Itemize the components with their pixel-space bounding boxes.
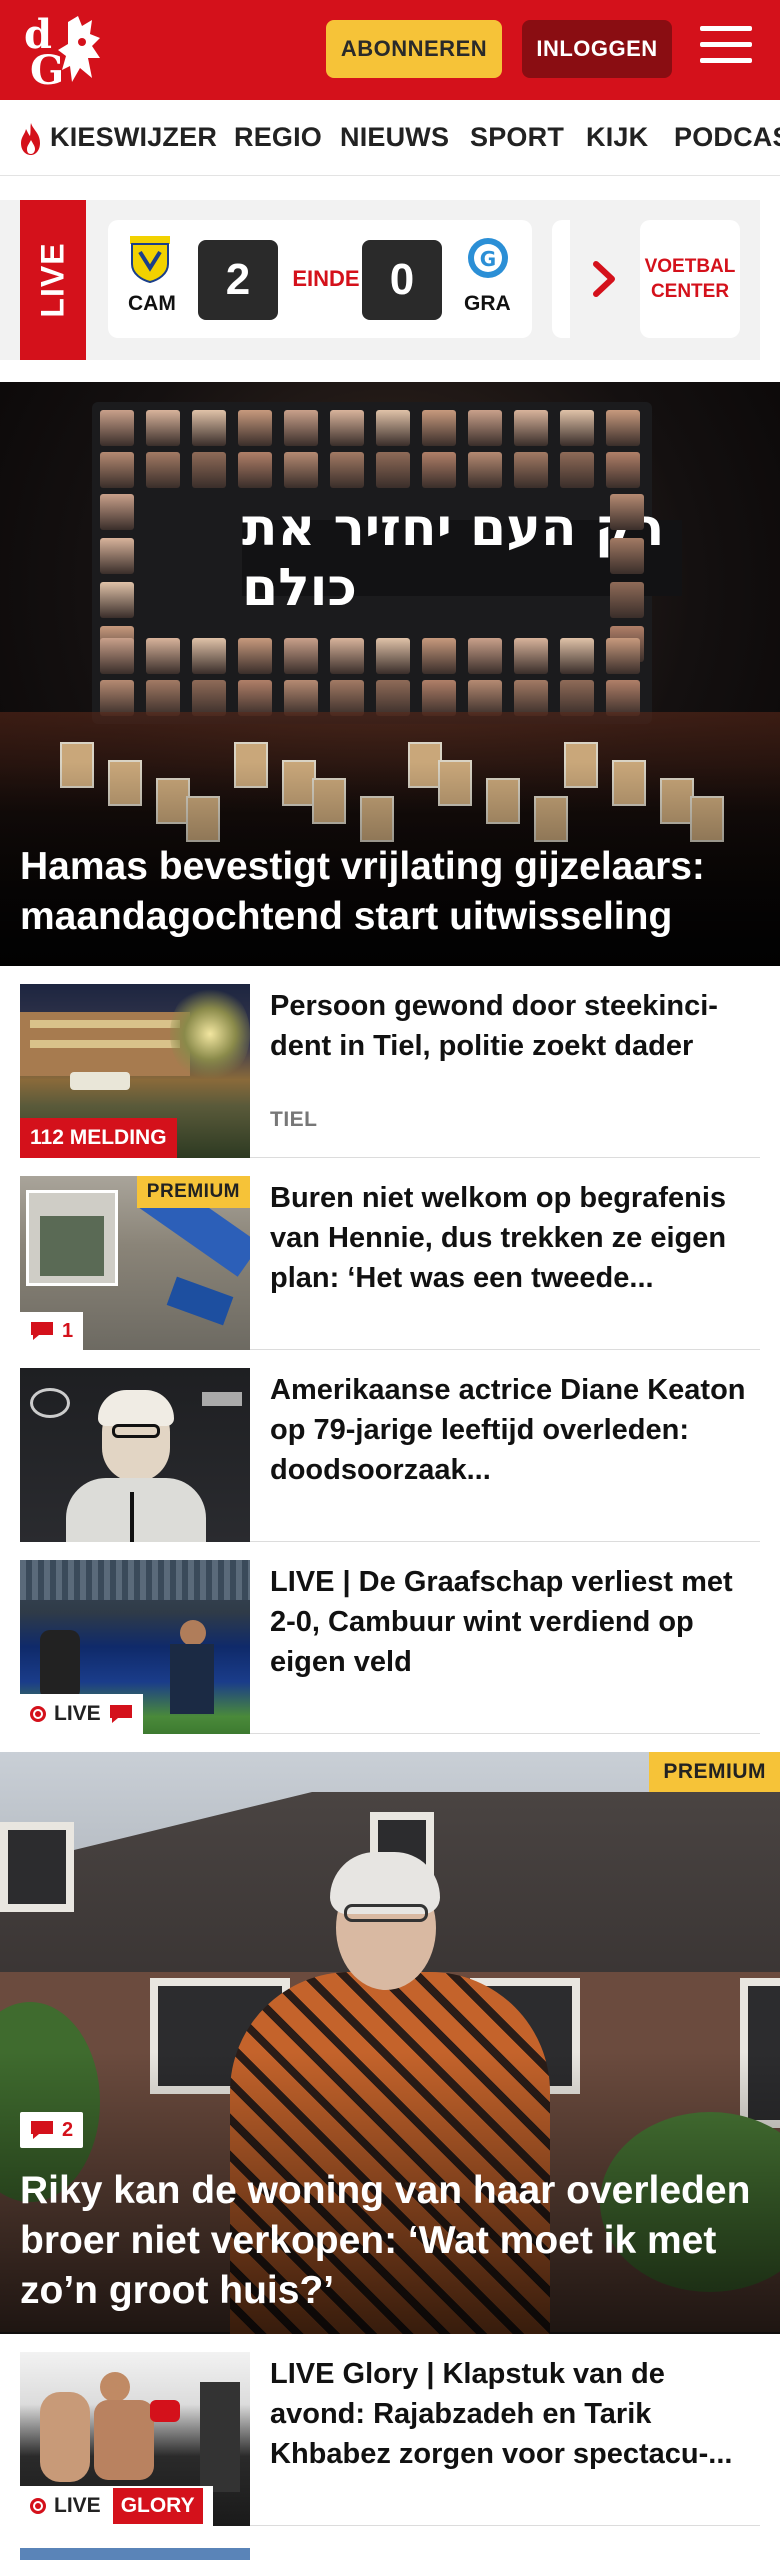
comment-count: 1 xyxy=(20,1312,84,1350)
dg-logo-icon: d G xyxy=(24,11,100,94)
nav-item-regio[interactable]: REGIO xyxy=(234,122,322,153)
article-thumbnail-partial xyxy=(20,2548,250,2560)
logo[interactable]: d G xyxy=(20,11,120,94)
nav-item-sport[interactable]: SPORT xyxy=(470,122,564,153)
article-thumbnail xyxy=(20,1368,250,1542)
next-match-card[interactable] xyxy=(552,220,570,338)
article-title: Amerikaanse actrice Diane Keaton op 79-j… xyxy=(270,1374,746,1486)
glory-badge: GLORY xyxy=(112,2488,203,2524)
live-badge-label: LIVE xyxy=(54,2494,101,2517)
article-thumbnail: LIVE xyxy=(20,1560,250,1734)
live-badge: LIVE GLORY xyxy=(20,2486,213,2526)
chevron-right-icon[interactable] xyxy=(592,260,618,298)
voetbal-center-link[interactable]: VOETBAL CENTER xyxy=(640,220,740,338)
article-thumbnail: LIVE GLORY xyxy=(20,2352,250,2526)
login-button[interactable]: INLOGGEN xyxy=(522,20,672,78)
svg-text:G: G xyxy=(30,47,64,88)
menu-icon[interactable] xyxy=(700,26,752,70)
feature-title: Riky kan de woning van haar overleden br… xyxy=(20,2169,751,2312)
article-row[interactable]: LIVE LIVE | De Graafschap verliest met 2… xyxy=(20,1542,760,1734)
feature-article[interactable]: PREMIUM 2 Riky kan de woning van haar ov… xyxy=(0,1752,780,2334)
away-team-name: GRA xyxy=(464,292,511,315)
cambuur-logo-icon xyxy=(130,236,170,284)
nav-item-kieswijzer[interactable]: KIESWIJZER xyxy=(50,122,217,153)
article-row[interactable]: PREMIUM 1 Buren niet welkom op begrafeni… xyxy=(20,1158,760,1350)
live-badge-label: LIVE xyxy=(54,1702,101,1725)
live-dot-icon xyxy=(30,1706,46,1722)
subscribe-button[interactable]: ABONNEREN xyxy=(326,20,502,78)
svg-text:G: G xyxy=(480,247,496,271)
hero-title: Hamas bevestigt vrijlating gijzelaars: m… xyxy=(20,845,705,938)
comment-count-value: 1 xyxy=(62,1319,74,1342)
comment-icon xyxy=(31,2121,53,2139)
home-score: 2 xyxy=(198,240,278,320)
article-region-tag: TIEL xyxy=(270,1108,318,1131)
premium-badge: PREMIUM xyxy=(649,1752,780,1792)
premium-badge: PREMIUM xyxy=(136,1176,250,1208)
comment-icon xyxy=(109,1705,132,1723)
flame-icon xyxy=(21,123,40,155)
match-status: EINDE xyxy=(292,266,360,291)
article-title: LIVE | De Graafschap verliest met 2-0, C… xyxy=(270,1566,733,1678)
away-score: 0 xyxy=(362,240,442,320)
article-row[interactable]: LIVE GLORY LIVE Glory | Klapstuk van de … xyxy=(20,2334,760,2526)
comment-count: 2 xyxy=(20,2112,84,2148)
nav-item-kijk[interactable]: KIJK xyxy=(586,122,648,153)
home-team-name: CAM xyxy=(128,292,176,315)
nav-item-podcast[interactable]: PODCAS xyxy=(674,122,780,153)
article-thumbnail: PREMIUM 1 xyxy=(20,1176,250,1350)
hero-article[interactable]: רק העם יחזיר את כולם Hamas bevestigt vri… xyxy=(0,382,780,966)
site-header: d G ABONNEREN INLOGGEN xyxy=(0,0,780,100)
article-title: Persoon gewond door steekinci- dent in T… xyxy=(270,990,718,1062)
article-title: LIVE Glory | Klapstuk van de avond: Raja… xyxy=(270,2358,733,2470)
article-title: Buren niet welkom op begrafenis van Henn… xyxy=(270,1182,727,1294)
nav-item-nieuws[interactable]: NIEUWS xyxy=(340,122,449,153)
incident-badge: 112 MELDING xyxy=(20,1118,177,1158)
main-nav: KIESWIJZER REGIO NIEUWS SPORT KIJK PODCA… xyxy=(0,100,780,176)
match-card[interactable]: CAM 2 EINDE 0 G GRA xyxy=(108,220,532,338)
hero-image: רק העם יחזיר את כולם xyxy=(92,402,682,724)
comment-icon xyxy=(31,1322,53,1340)
live-tab[interactable]: LIVE xyxy=(20,200,86,360)
comment-count-value: 2 xyxy=(62,2118,74,2141)
de-graafschap-logo-icon: G xyxy=(468,238,508,278)
live-dot-icon xyxy=(30,2498,46,2514)
live-tab-label: LIVE xyxy=(34,242,71,318)
live-badge: LIVE xyxy=(20,1694,143,1734)
article-row[interactable]: 112 MELDING Persoon gewond door steekinc… xyxy=(20,966,760,1158)
article-row[interactable]: Amerikaanse actrice Diane Keaton op 79-j… xyxy=(20,1350,760,1542)
article-thumbnail: 112 MELDING xyxy=(20,984,250,1158)
